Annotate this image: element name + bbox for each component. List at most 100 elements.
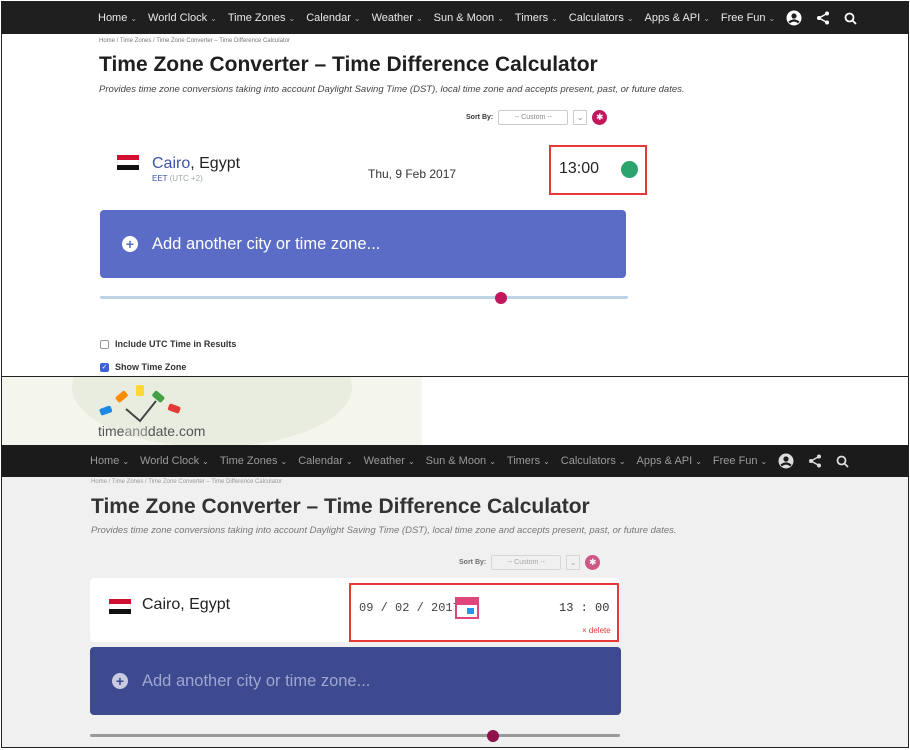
checkmark-icon[interactable]: ✓ — [100, 362, 109, 372]
slider-handle[interactable] — [487, 730, 499, 742]
account-icon[interactable] — [778, 453, 794, 469]
nav-item-world-clock[interactable]: World Clock ⌄ — [140, 455, 209, 467]
chevron-down-icon: ⌄ — [618, 456, 626, 466]
nav-item-time-zones[interactable]: Time Zones ⌄ — [228, 12, 295, 24]
nav-item-world-clock[interactable]: World Clock ⌄ — [148, 12, 217, 24]
nav-item-calendar[interactable]: Calendar ⌄ — [298, 455, 352, 467]
sort-row: Sort By: -- Custom -- ⌄ ✱ — [466, 110, 608, 125]
nav-item-apps-api[interactable]: Apps & API ⌄ — [645, 12, 710, 24]
nav-label: Home — [90, 455, 120, 467]
logo-wordmark[interactable]: timeanddate.com — [98, 423, 205, 439]
chevron-down-icon: ⌄ — [280, 456, 288, 466]
breadcrumb[interactable]: Home / Time Zones / Time Zone Converter … — [99, 38, 290, 44]
nav-item-free-fun[interactable]: Free Fun ⌄ — [713, 455, 767, 467]
breadcrumb[interactable]: Home / Time Zones / Time Zone Converter … — [91, 479, 282, 485]
nav-item-timers[interactable]: Timers ⌄ — [515, 12, 558, 24]
nav-item-free-fun[interactable]: Free Fun ⌄ — [721, 12, 775, 24]
sort-select[interactable]: -- Custom -- — [498, 110, 569, 125]
add-city-label: Add another city or time zone... — [142, 671, 371, 690]
nav-label: Apps & API — [644, 12, 701, 24]
sort-select[interactable]: -- Custom -- — [491, 555, 562, 570]
egypt-flag-icon — [109, 599, 131, 614]
nav-label: World Clock — [140, 455, 200, 467]
nav-item-time-zones[interactable]: Time Zones ⌄ — [220, 455, 287, 467]
chevron-down-icon: ⌄ — [551, 13, 558, 23]
nav-label: Calendar — [298, 455, 343, 467]
nav-label: Calendar — [306, 12, 351, 24]
checkbox-label: Show Time Zone — [115, 362, 187, 372]
nav-item-calendar[interactable]: Calendar ⌄ — [306, 12, 360, 24]
time-input[interactable]: 13 : 00 — [559, 601, 609, 615]
gear-icon[interactable]: ✱ — [592, 110, 608, 125]
nav-item-home[interactable]: Home ⌄ — [90, 455, 129, 467]
chevron-down-icon: ⌄ — [703, 13, 710, 23]
nav-label: Timers — [514, 12, 549, 24]
nav-label: Timers — [506, 455, 541, 467]
nav-label: Free Fun — [712, 455, 758, 467]
add-city-label: Add another city or time zone... — [152, 234, 381, 253]
page-title: Time Zone Converter – Time Difference Ca… — [91, 495, 590, 518]
delete-link[interactable]: × delete — [582, 626, 611, 635]
city-name[interactable]: Cairo, Egypt — [152, 155, 240, 173]
add-city-button[interactable]: + Add another city or time zone... — [90, 647, 621, 715]
date-month[interactable]: 02 — [395, 601, 409, 615]
chevron-down-icon: ⌄ — [760, 456, 768, 466]
search-icon[interactable] — [844, 12, 857, 25]
nav-item-home[interactable]: Home ⌄ — [98, 12, 137, 24]
city-link[interactable]: Cairo — [152, 155, 190, 172]
chevron-down-icon[interactable]: ⌄ — [566, 555, 581, 570]
logo-area: timeanddate.com — [2, 377, 422, 447]
add-city-button[interactable]: + Add another city or time zone... — [100, 210, 626, 278]
nav-label: Calculators — [568, 12, 624, 24]
sort-label: Sort By: — [459, 559, 487, 566]
page-subtitle: Provides time zone conversions taking in… — [91, 525, 677, 536]
status-dot-icon — [621, 161, 638, 178]
account-icon[interactable] — [786, 10, 802, 26]
time-minute[interactable]: 00 — [595, 601, 609, 615]
time-hour[interactable]: 13 — [559, 601, 573, 615]
nav-item-timers[interactable]: Timers ⌄ — [507, 455, 550, 467]
nav-item-apps-api[interactable]: Apps & API ⌄ — [637, 455, 702, 467]
chevron-down-icon: ⌄ — [497, 13, 504, 23]
date-input[interactable]: 09 / 02 / 2017 — [359, 601, 460, 615]
slider-handle[interactable] — [495, 292, 507, 304]
nav-label: Time Zones — [227, 12, 286, 24]
nav-label: Sun & Moon — [425, 455, 487, 467]
calendar-icon[interactable] — [455, 597, 479, 619]
timezone-abbr[interactable]: EET — [152, 174, 167, 183]
show-timezone-checkbox[interactable]: ✓ Show Time Zone — [100, 362, 186, 372]
include-utc-checkbox[interactable]: Include UTC Time in Results — [100, 339, 236, 349]
chevron-down-icon: ⌄ — [543, 456, 550, 466]
logo-icon[interactable] — [96, 381, 192, 423]
chevron-down-icon[interactable]: ⌄ — [573, 110, 588, 125]
nav-item-weather[interactable]: Weather ⌄ — [372, 12, 423, 24]
nav-item-sun-moon[interactable]: Sun & Moon ⌄ — [434, 12, 504, 24]
nav-item-calculators[interactable]: Calculators ⌄ — [569, 12, 634, 24]
chevron-down-icon: ⌄ — [288, 13, 296, 23]
chevron-down-icon: ⌄ — [695, 456, 702, 466]
plus-circle-icon: + — [112, 673, 128, 689]
logo-part: time — [98, 423, 125, 439]
chevron-down-icon: ⌄ — [210, 13, 217, 23]
nav-item-calculators[interactable]: Calculators ⌄ — [561, 455, 626, 467]
checkbox-icon[interactable] — [100, 339, 109, 349]
chevron-down-icon: ⌄ — [489, 456, 496, 466]
nav-label: Sun & Moon — [433, 12, 495, 24]
chevron-down-icon: ⌄ — [415, 13, 423, 23]
nav-label: Weather — [363, 455, 405, 467]
time-slider[interactable] — [90, 734, 620, 737]
sort-row: Sort By: -- Custom -- ⌄ ✱ — [459, 555, 601, 570]
sort-label: Sort By: — [466, 114, 494, 121]
top-screenshot: Home ⌄ World Clock ⌄ Time Zones ⌄ Calendar ⌄… — [1, 1, 909, 377]
checkbox-label: Include UTC Time in Results — [115, 339, 237, 349]
nav-item-sun-moon[interactable]: Sun & Moon ⌄ — [426, 455, 496, 467]
date-day[interactable]: 09 — [359, 601, 373, 615]
nav-item-weather[interactable]: Weather ⌄ — [364, 455, 415, 467]
search-icon[interactable] — [836, 455, 849, 468]
share-icon[interactable] — [816, 11, 830, 25]
gear-icon[interactable]: ✱ — [585, 555, 601, 570]
city-time[interactable]: 13:00 — [559, 160, 599, 178]
main-nav: Home ⌄ World Clock ⌄ Time Zones ⌄ Calendar ⌄… — [2, 445, 908, 477]
share-icon[interactable] — [808, 454, 822, 468]
time-slider[interactable] — [100, 296, 628, 299]
